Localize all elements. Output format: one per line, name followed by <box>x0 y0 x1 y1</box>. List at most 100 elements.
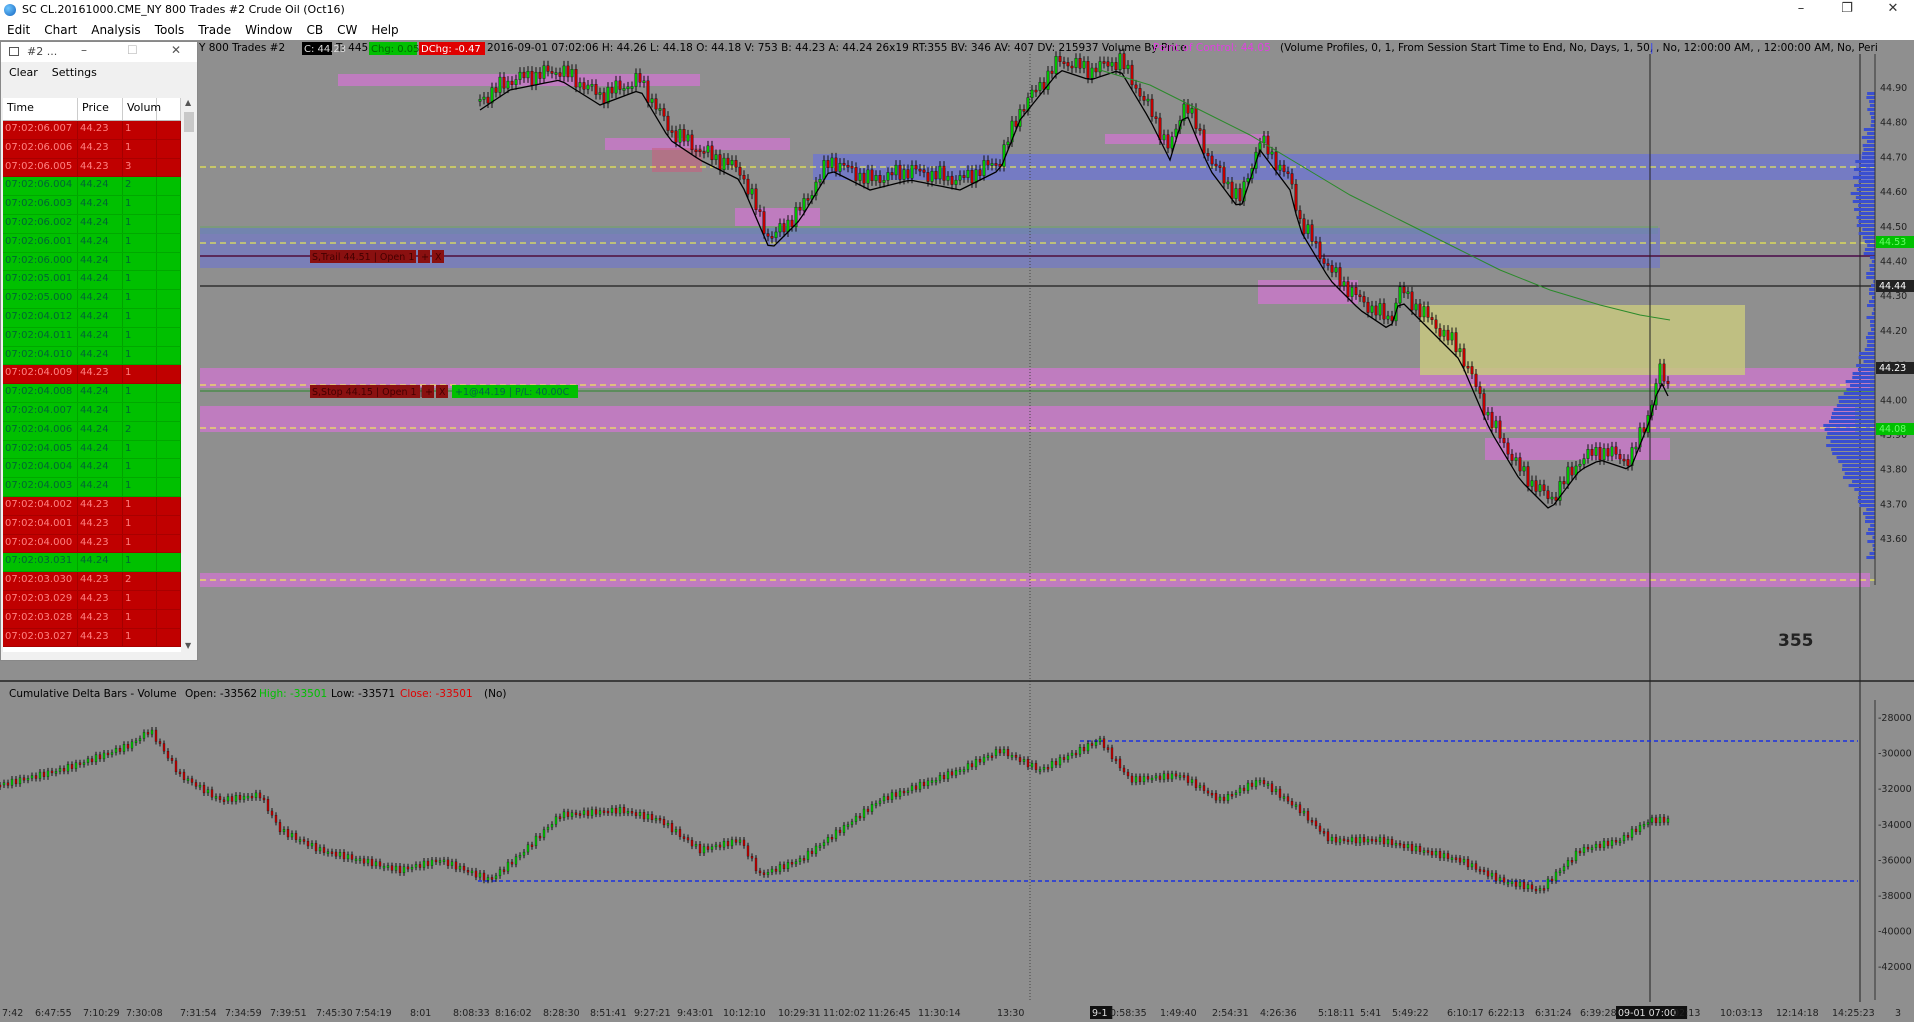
trade-row[interactable]: 07:02:03.027 44.23 1 <box>3 629 181 648</box>
tsw-settings[interactable]: Settings <box>44 62 103 79</box>
candle-body <box>783 223 785 231</box>
trade-price: 44.23 <box>78 159 123 177</box>
menu-cb[interactable]: CB <box>299 20 330 40</box>
candle-body <box>1139 88 1141 96</box>
tsw-titlebar[interactable]: #2 ... – ☐ ✕ <box>1 42 197 62</box>
delta-body <box>1311 820 1313 822</box>
trade-row[interactable]: 07:02:03.029 44.23 1 <box>3 591 181 610</box>
delta-tick: -28000 <box>1878 713 1912 724</box>
trade-row[interactable]: 07:02:04.007 44.24 1 <box>3 403 181 422</box>
trade-row[interactable]: 07:02:06.000 44.24 1 <box>3 253 181 272</box>
tsw-table[interactable]: Time Price Volum 07:02:06.007 44.23 1 07:02… <box>3 98 181 652</box>
trade-row[interactable]: 07:02:04.002 44.23 1 <box>3 497 181 516</box>
trade-row[interactable]: 07:02:03.031 44.24 1 <box>3 553 181 572</box>
tsw-clear[interactable]: Clear <box>1 62 44 79</box>
trade-time: 07:02:03.030 <box>3 572 78 590</box>
trade-row[interactable]: 07:02:06.005 44.23 3 <box>3 159 181 178</box>
delta-body <box>847 825 849 827</box>
trade-row[interactable]: 07:02:03.028 44.23 1 <box>3 610 181 629</box>
menu-trade[interactable]: Trade <box>191 20 238 40</box>
time-and-sales-window[interactable]: #2 ... – ☐ ✕ Clear Settings Time Price Vo… <box>0 41 198 661</box>
trade-row[interactable]: 07:02:04.001 44.23 1 <box>3 516 181 535</box>
delta-body <box>1355 837 1357 843</box>
trade-row[interactable]: 07:02:04.012 44.24 1 <box>3 309 181 328</box>
candle-body <box>1311 225 1313 242</box>
tsw-scrollbar[interactable]: ▲ ▼ <box>182 98 196 652</box>
delta-body <box>1523 882 1525 889</box>
delta-body <box>803 858 805 860</box>
minimize-button[interactable]: – <box>1778 0 1824 20</box>
candle-body <box>863 173 865 183</box>
delta-body <box>543 830 545 838</box>
profile-bar <box>1852 480 1875 483</box>
profile-bar <box>1837 456 1875 459</box>
candle-body <box>1519 458 1521 471</box>
delta-body <box>783 865 785 869</box>
trade-row[interactable]: 07:02:06.002 44.24 1 <box>3 215 181 234</box>
candle-body <box>1131 65 1133 85</box>
candle-body <box>683 129 685 141</box>
menu-tools[interactable]: Tools <box>148 20 192 40</box>
tsw-minimize-icon[interactable]: – <box>81 43 87 57</box>
menu-edit[interactable]: Edit <box>0 20 37 40</box>
trade-row[interactable]: 07:02:03.030 44.23 2 <box>3 572 181 591</box>
trade-row[interactable]: 07:02:05.000 44.24 1 <box>3 290 181 309</box>
delta-body <box>323 847 325 852</box>
candle-body <box>1483 394 1485 416</box>
candle-body <box>1351 287 1353 296</box>
chart-area[interactable]: Y 800 Trades #2 C: 44.23 T: 445 Chg: 0.0… <box>0 40 1914 1019</box>
close-button[interactable]: ✕ <box>1870 0 1914 20</box>
menu-window[interactable]: Window <box>238 20 299 40</box>
trade-row[interactable]: 07:02:04.005 44.24 1 <box>3 441 181 460</box>
trade-vol: 1 <box>123 140 157 158</box>
candle-body <box>635 73 637 86</box>
time-tick: 7:10:29 <box>83 1008 120 1019</box>
restore-button[interactable]: ❐ <box>1824 0 1870 20</box>
col-price[interactable]: Price <box>78 98 123 120</box>
trade-row[interactable]: 07:02:06.001 44.24 1 <box>3 234 181 253</box>
trade-row[interactable]: 07:02:04.008 44.24 1 <box>3 384 181 403</box>
profile-bar <box>1866 336 1875 339</box>
candle-body <box>547 66 549 72</box>
scroll-thumb[interactable] <box>184 112 194 132</box>
trade-row[interactable]: 07:02:04.003 44.24 1 <box>3 478 181 497</box>
time-tick: 10:29:31 <box>778 1008 821 1019</box>
scroll-up-icon[interactable]: ▲ <box>185 98 191 107</box>
trade-row[interactable]: 07:02:04.011 44.24 1 <box>3 328 181 347</box>
col-volume[interactable]: Volum <box>123 98 157 120</box>
delta-body <box>411 867 413 869</box>
chart-canvas[interactable]: Y 800 Trades #2 C: 44.23 T: 445 Chg: 0.0… <box>0 40 1914 1019</box>
profile-bar <box>1866 532 1875 535</box>
trade-price: 44.23 <box>78 535 123 553</box>
menu-help[interactable]: Help <box>364 20 405 40</box>
trade-row[interactable]: 07:02:06.003 44.24 1 <box>3 196 181 215</box>
col-time[interactable]: Time <box>3 98 78 120</box>
trade-row[interactable]: 07:02:05.001 44.24 1 <box>3 271 181 290</box>
trade-row[interactable]: 07:02:06.006 44.23 1 <box>3 140 181 159</box>
delta-body <box>91 759 93 762</box>
trade-row[interactable]: 07:02:06.004 44.24 2 <box>3 177 181 196</box>
trade-row[interactable]: 07:02:06.007 44.23 1 <box>3 121 181 140</box>
trade-row[interactable]: 07:02:04.000 44.23 1 <box>3 535 181 554</box>
menu-analysis[interactable]: Analysis <box>84 20 147 40</box>
profile-bar <box>1871 284 1875 287</box>
delta-body <box>1175 774 1177 777</box>
candle-body <box>1431 317 1433 319</box>
trade-row[interactable]: 07:02:04.006 44.24 2 <box>3 422 181 441</box>
trade-time: 07:02:04.009 <box>3 365 78 383</box>
scroll-down-icon[interactable]: ▼ <box>185 641 191 650</box>
trade-row[interactable]: 07:02:04.009 44.23 1 <box>3 365 181 384</box>
price-tick: 44.30 <box>1880 291 1907 302</box>
trade-row[interactable]: 07:02:04.010 44.24 1 <box>3 347 181 366</box>
delta-body <box>1315 821 1317 826</box>
trade-row[interactable]: 07:02:04.004 44.24 1 <box>3 459 181 478</box>
trade-vol: 1 <box>123 121 157 139</box>
candle-body <box>1171 137 1173 148</box>
menu-chart[interactable]: Chart <box>37 20 84 40</box>
profile-bar <box>1827 432 1875 435</box>
menu-cw[interactable]: CW <box>330 20 364 40</box>
tsw-close-icon[interactable]: ✕ <box>171 43 181 57</box>
tsw-maximize-icon[interactable]: ☐ <box>127 43 138 57</box>
delta-body <box>659 818 661 820</box>
candle-body <box>1511 454 1513 460</box>
